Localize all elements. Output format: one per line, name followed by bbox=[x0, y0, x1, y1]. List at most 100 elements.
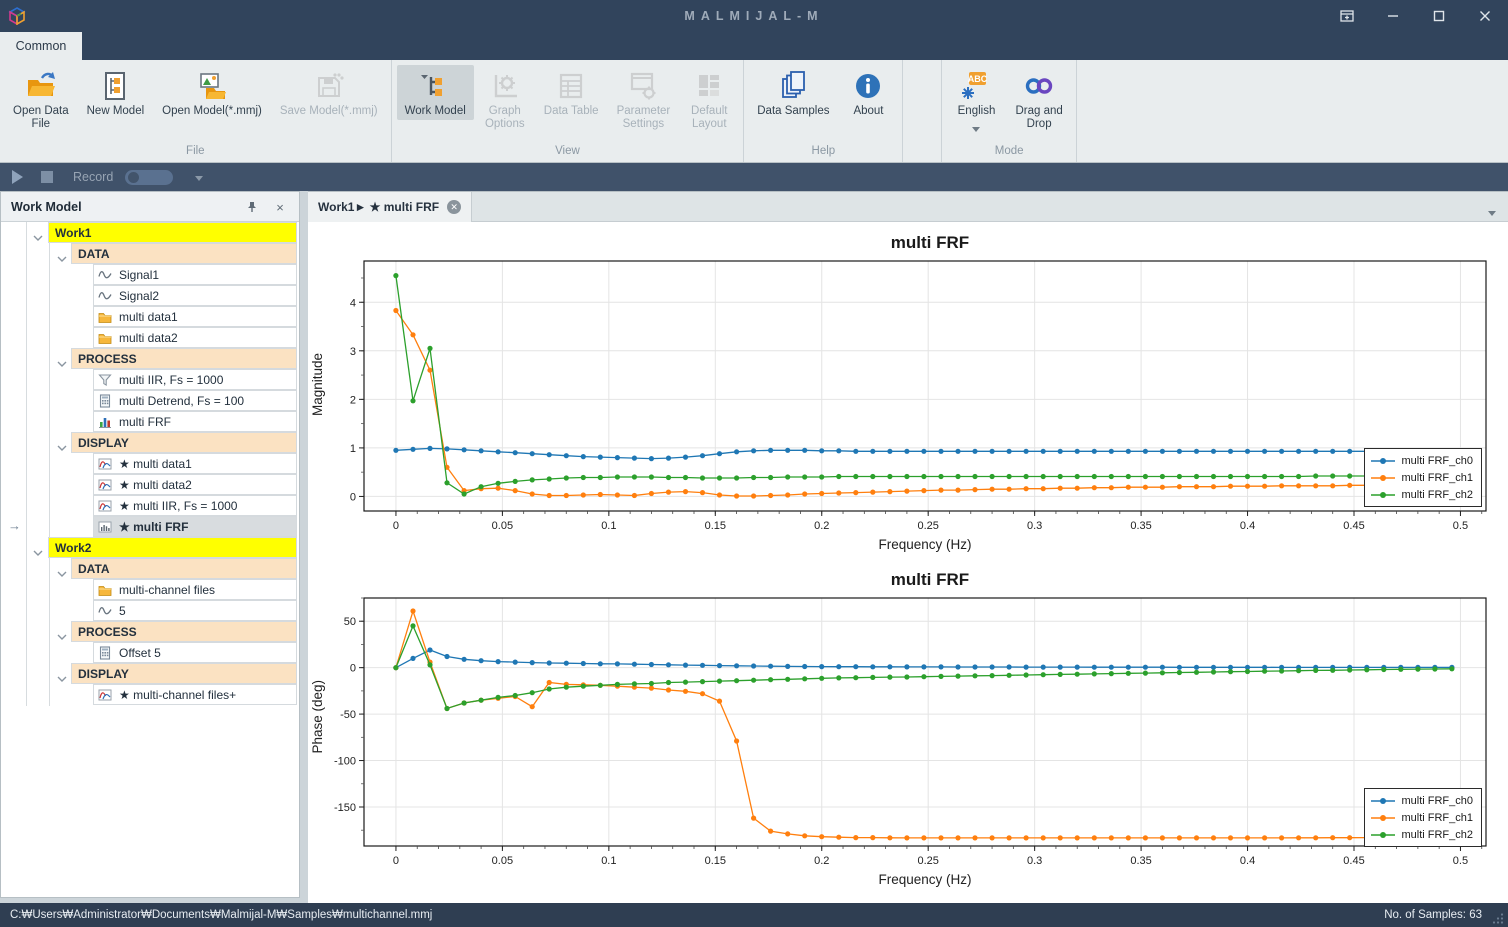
tree-cell: DISPLAY bbox=[71, 663, 297, 684]
magnitude-chart: multi FRF Magnitude 00.050.10.150.20.250… bbox=[308, 233, 1502, 557]
tree-section-data[interactable]: DATA bbox=[1, 558, 299, 579]
tree-item-multi-frf[interactable]: →★ multi FRF bbox=[1, 516, 299, 537]
tree-work-work2[interactable]: Work2 bbox=[1, 537, 299, 558]
ribbon-button-data-table: Data Table bbox=[536, 65, 607, 120]
tree-work-work1[interactable]: Work1 bbox=[1, 222, 299, 243]
ribbon-button-open-data-file[interactable]: Open Data File bbox=[5, 65, 77, 133]
legend-item-multi-frf-ch0: multi FRF_ch0 bbox=[1371, 792, 1473, 809]
tree-item-multi-data2[interactable]: ★ multi data2 bbox=[1, 474, 299, 495]
tree-cell: Signal2 bbox=[93, 285, 297, 306]
tree-item-label: multi IIR, Fs = 1000 bbox=[117, 373, 223, 387]
chevron-down-icon[interactable] bbox=[57, 439, 67, 446]
tree-item-offset-5[interactable]: Offset 5 bbox=[1, 642, 299, 663]
tree-item-label: 5 bbox=[117, 604, 126, 618]
tree-section-process[interactable]: PROCESS bbox=[1, 348, 299, 369]
ribbon-button-label: Open Model(*.mmj) bbox=[162, 105, 262, 118]
x-tick-label: 0.5 bbox=[1453, 520, 1468, 532]
x-tick-label: 0.35 bbox=[1130, 520, 1151, 532]
ribbon-button-label: Data Samples bbox=[757, 105, 829, 118]
tree-section-display[interactable]: DISPLAY bbox=[1, 432, 299, 453]
ribbon-button-data-samples[interactable]: Data Samples bbox=[749, 65, 837, 120]
ribbon-button-label: Default Layout bbox=[691, 105, 727, 131]
tree-item-signal2[interactable]: Signal2 bbox=[1, 285, 299, 306]
sample-count: No. of Samples: 63 bbox=[1384, 909, 1482, 921]
tree-item-multi-data1[interactable]: multi data1 bbox=[1, 306, 299, 327]
tree-cell: Work1 bbox=[48, 222, 297, 243]
tree-item-multi-detrend-fs-100[interactable]: multi Detrend, Fs = 100 bbox=[1, 390, 299, 411]
record-toggle-knob bbox=[128, 172, 139, 183]
x-axis-label: Frequency (Hz) bbox=[878, 872, 971, 887]
tree-cell: multi data2 bbox=[93, 327, 297, 348]
chevron-down-icon[interactable] bbox=[33, 544, 43, 551]
close-button[interactable] bbox=[1462, 0, 1508, 32]
chevron-down-icon[interactable] bbox=[57, 670, 67, 677]
tab-close-icon[interactable]: ✕ bbox=[447, 200, 461, 214]
tree-item-multi-data2[interactable]: multi data2 bbox=[1, 327, 299, 348]
chevron-down-icon[interactable] bbox=[57, 250, 67, 257]
tree-item-5[interactable]: 5 bbox=[1, 600, 299, 621]
ribbon-group-help: Data SamplesAboutHelp bbox=[744, 60, 903, 162]
tree-item-multi-iir-fs-1000[interactable]: ★ multi IIR, Fs = 1000 bbox=[1, 495, 299, 516]
ribbon-button-label: Open Data File bbox=[13, 105, 69, 131]
work-model-panel: Work Model × Work1DATASignal1Signal2mult… bbox=[0, 191, 300, 898]
window-title: MALMIJAL-M bbox=[0, 9, 1508, 23]
tab-work1-multi-frf[interactable]: Work1► ★ multi FRF ✕ bbox=[308, 192, 472, 222]
chevron-down-icon[interactable] bbox=[57, 355, 67, 362]
legend: multi FRF_ch0multi FRF_ch1multi FRF_ch2 bbox=[1364, 448, 1482, 507]
panel-close-icon[interactable]: × bbox=[271, 199, 289, 215]
ribbon-tab-strip: Common bbox=[0, 32, 1508, 60]
tree-item-label: multi data2 bbox=[117, 331, 178, 345]
tree-item-multi-data1[interactable]: ★ multi data1 bbox=[1, 453, 299, 474]
tree-cell: multi-channel files bbox=[93, 579, 297, 600]
stop-icon[interactable] bbox=[41, 171, 53, 183]
ribbon-button-label: About bbox=[853, 105, 883, 118]
ribbon-button-english[interactable]: ABCEnglish bbox=[947, 65, 1005, 139]
tree-section-process[interactable]: PROCESS bbox=[1, 621, 299, 642]
maximize-button[interactable] bbox=[1416, 0, 1462, 32]
svg-text:ABC: ABC bbox=[968, 74, 988, 84]
record-dropdown-caret-icon[interactable] bbox=[195, 168, 203, 186]
work-model-tree: Work1DATASignal1Signal2multi data1multi … bbox=[1, 222, 299, 705]
ribbon-button-open-model-mmj[interactable]: Open Model(*.mmj) bbox=[154, 65, 270, 120]
chevron-down-icon[interactable] bbox=[57, 628, 67, 635]
tab-list-caret-icon[interactable] bbox=[1488, 203, 1496, 221]
tree-cell: PROCESS bbox=[71, 621, 297, 642]
resize-grip-icon[interactable] bbox=[1492, 912, 1504, 924]
legend: multi FRF_ch0multi FRF_ch1multi FRF_ch2 bbox=[1364, 788, 1482, 847]
x-tick-label: 0.25 bbox=[917, 520, 938, 532]
panel-header: Work Model × bbox=[1, 192, 299, 222]
tree-cell: PROCESS bbox=[71, 348, 297, 369]
tree-item-multi-iir-fs-1000[interactable]: multi IIR, Fs = 1000 bbox=[1, 369, 299, 390]
ribbon-button-label: Graph Options bbox=[485, 105, 525, 131]
tree-cell: DATA bbox=[71, 243, 297, 264]
tree-item-label: ★ multi data1 bbox=[117, 457, 192, 471]
chevron-down-icon[interactable] bbox=[33, 229, 43, 236]
ribbon-button-label: Data Table bbox=[544, 105, 599, 118]
tree-item-multi-channel-files[interactable]: multi-channel files bbox=[1, 579, 299, 600]
record-toggle[interactable] bbox=[125, 170, 173, 185]
open-data-file-icon bbox=[25, 70, 57, 102]
ribbon-options-icon[interactable] bbox=[1324, 0, 1370, 32]
tree-cell: multi FRF bbox=[93, 411, 297, 432]
chevron-down-icon[interactable] bbox=[57, 565, 67, 572]
tree-item-signal1[interactable]: Signal1 bbox=[1, 264, 299, 285]
tree-cell: ★ multi data1 bbox=[93, 453, 297, 474]
minimize-button[interactable] bbox=[1370, 0, 1416, 32]
tree-item-multi-channel-files[interactable]: ★ multi-channel files+ bbox=[1, 684, 299, 705]
legend-item-multi-frf-ch1: multi FRF_ch1 bbox=[1371, 809, 1473, 826]
ribbon-button-new-model[interactable]: New Model bbox=[79, 65, 153, 120]
pin-icon[interactable] bbox=[243, 199, 261, 215]
tree-item-multi-frf[interactable]: multi FRF bbox=[1, 411, 299, 432]
tree-section-data[interactable]: DATA bbox=[1, 243, 299, 264]
folder-icon bbox=[98, 310, 112, 324]
play-icon[interactable] bbox=[12, 170, 23, 184]
ribbon-button-about[interactable]: About bbox=[839, 65, 897, 120]
ribbon-button-work-model[interactable]: Work Model bbox=[397, 65, 474, 120]
about-icon bbox=[852, 70, 884, 102]
ribbon-button-drag-and-drop[interactable]: Drag and Drop bbox=[1007, 65, 1070, 133]
legend-label: multi FRF_ch2 bbox=[1401, 829, 1473, 841]
x-tick-label: 0.05 bbox=[492, 520, 513, 532]
ribbon-group-label: File bbox=[4, 145, 387, 162]
ribbon-tab-common[interactable]: Common bbox=[0, 32, 82, 60]
tree-section-display[interactable]: DISPLAY bbox=[1, 663, 299, 684]
